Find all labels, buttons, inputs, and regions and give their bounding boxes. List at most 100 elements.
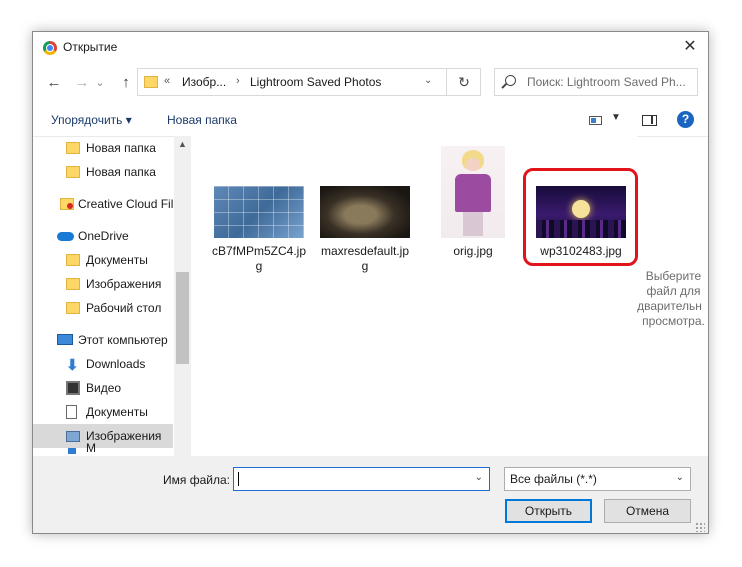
filename-label: Имя файла: (163, 473, 230, 487)
document-icon (66, 405, 77, 419)
sidebar-item-desktop[interactable]: Рабочий стол (33, 296, 173, 320)
preview-text-line: просмотра. (642, 314, 705, 328)
sidebar-item-music[interactable]: М (33, 441, 173, 456)
chevron-down-icon[interactable]: ⌄ (475, 472, 483, 483)
sidebar-item-label: OneDrive (78, 229, 129, 243)
music-icon (68, 448, 76, 454)
refresh-icon[interactable]: ↻ (446, 69, 481, 95)
image-thumbnail (214, 186, 304, 238)
onedrive-cloud-icon (57, 232, 74, 241)
search-input[interactable]: Поиск: Lightroom Saved Ph... (527, 75, 686, 89)
sidebar-item-onedrive-pictures[interactable]: Изображения (33, 272, 173, 296)
file-list: cB7fMPm5ZC4.jp g maxresdefault.jp g orig… (191, 136, 638, 456)
scrollbar-thumb[interactable] (176, 272, 189, 364)
new-folder-button[interactable]: Новая папка (167, 113, 237, 127)
sidebar-item-label: М (86, 441, 96, 455)
computer-icon (57, 334, 73, 345)
folder-icon (66, 142, 80, 154)
title-bar: Открытие ✕ (33, 32, 708, 63)
change-view-icon[interactable] (589, 116, 602, 125)
sidebar-item-documents[interactable]: Документы (33, 400, 173, 424)
pictures-icon (66, 431, 80, 442)
file-name: orig.jpg (453, 244, 493, 258)
sidebar-item-onedrive-documents[interactable]: Документы (33, 248, 173, 272)
file-name: cB7fMPm5ZC4.jp (211, 244, 307, 258)
sidebar-item-label: Документы (86, 253, 148, 267)
folder-icon (66, 278, 80, 290)
file-item-maxresdefault[interactable]: maxresdefault.jp g (315, 186, 415, 274)
search-box[interactable]: Поиск: Lightroom Saved Ph... (494, 68, 698, 96)
address-bar[interactable]: « Изобр... › Lightroom Saved Photos ⌄ ↻ (137, 68, 481, 96)
bottom-panel: Имя файла: ⌄ Все файлы (*.*) ⌄ Открыть О… (33, 456, 708, 533)
file-type-value: Все файлы (*.*) (510, 472, 597, 486)
resize-grip-icon[interactable] (695, 522, 705, 532)
highlight-box (523, 168, 638, 266)
command-toolbar: Упорядочить ▾ Новая папка ▼ ? (33, 106, 708, 137)
preview-text-line: файл для (646, 284, 701, 298)
recent-locations-icon[interactable]: ⌄ (93, 72, 107, 94)
sidebar-item-onedrive[interactable]: OneDrive (33, 224, 173, 248)
folder-icon (66, 254, 80, 266)
sidebar-item-label: Новая папка (86, 165, 156, 179)
close-icon[interactable]: ✕ (680, 36, 700, 58)
sidebar-item-label: Downloads (86, 357, 146, 371)
breadcrumb-separator-icon[interactable]: › (236, 75, 240, 87)
open-button[interactable]: Открыть (505, 499, 592, 523)
file-name-wrap: g (255, 259, 263, 273)
scroll-up-icon[interactable]: ▲ (174, 136, 191, 153)
sidebar-item-new-folder-2[interactable]: Новая папка (33, 160, 173, 184)
breadcrumb-pictures[interactable]: Изобр... (182, 75, 226, 89)
folder-icon (144, 76, 158, 88)
sidebar-item-label: Новая папка (86, 141, 156, 155)
file-open-dialog: Открытие ✕ ← → ⌄ ↑ « Изобр... › Lightroo… (32, 31, 709, 534)
filename-input[interactable]: ⌄ (233, 467, 490, 491)
forward-arrow-icon[interactable]: → (71, 72, 93, 94)
view-options-dropdown-icon[interactable]: ▼ (611, 112, 621, 123)
preview-pane-icon[interactable] (642, 115, 657, 126)
sidebar-item-label: Этот компьютер (78, 333, 168, 347)
navigation-row: ← → ⌄ ↑ « Изобр... › Lightroom Saved Pho… (33, 68, 708, 98)
sidebar-item-pictures[interactable]: Изображения (33, 424, 173, 448)
text-caret (238, 472, 239, 486)
organize-button[interactable]: Упорядочить ▾ (51, 113, 132, 127)
cancel-button[interactable]: Отмена (604, 499, 691, 523)
chrome-logo-icon (43, 41, 57, 55)
folder-icon (66, 166, 80, 178)
sidebar-item-label: Документы (86, 405, 148, 419)
preview-text-line: дварительн (637, 299, 702, 313)
folder-icon (66, 302, 80, 314)
sidebar-item-label: Видео (86, 381, 122, 395)
sidebar-item-label: Рабочий стол (86, 301, 162, 315)
search-icon (505, 75, 516, 86)
file-item-orig[interactable]: orig.jpg (423, 146, 523, 259)
breadcrumb-lightroom[interactable]: Lightroom Saved Photos (250, 75, 381, 89)
file-name: maxresdefault.jp (320, 244, 410, 258)
sidebar-item-label: Изображения (86, 277, 162, 291)
sidebar-item-label: Изображения (86, 429, 162, 443)
navigation-pane: Новая папка Новая папка Creative Cloud F… (33, 136, 191, 456)
help-icon[interactable]: ? (677, 111, 694, 128)
sidebar-scrollbar[interactable]: ▲ (174, 136, 191, 456)
file-item-cb7fmpm5zc4[interactable]: cB7fMPm5ZC4.jp g (209, 186, 309, 274)
image-thumbnail (441, 146, 505, 238)
file-name-wrap: g (361, 259, 369, 273)
creative-cloud-folder-icon (60, 198, 74, 210)
chevron-down-icon[interactable]: ⌄ (676, 472, 684, 483)
sidebar-item-new-folder-1[interactable]: Новая папка (33, 136, 173, 160)
sidebar-item-creative-cloud[interactable]: Creative Cloud Fil (33, 192, 173, 216)
preview-pane: Выберите файл для дварительн просмотра. (637, 136, 708, 456)
download-arrow-icon: ⬇ (66, 357, 79, 374)
up-arrow-icon[interactable]: ↑ (115, 72, 137, 94)
back-arrow-icon[interactable]: ← (43, 72, 65, 94)
video-icon (66, 381, 80, 395)
sidebar-item-this-pc[interactable]: Этот компьютер (33, 328, 173, 352)
sidebar-item-label: Creative Cloud Fil (78, 197, 174, 211)
preview-text-line: Выберите (645, 269, 702, 283)
sidebar-item-video[interactable]: Видео (33, 376, 173, 400)
address-overflow-chevron[interactable]: « (164, 75, 170, 87)
sidebar-item-downloads[interactable]: ⬇ Downloads (33, 352, 173, 376)
image-thumbnail (320, 186, 410, 238)
window-title: Открытие (63, 40, 118, 54)
address-dropdown-icon[interactable]: ⌄ (424, 75, 432, 86)
file-type-select[interactable]: Все файлы (*.*) ⌄ (504, 467, 691, 491)
